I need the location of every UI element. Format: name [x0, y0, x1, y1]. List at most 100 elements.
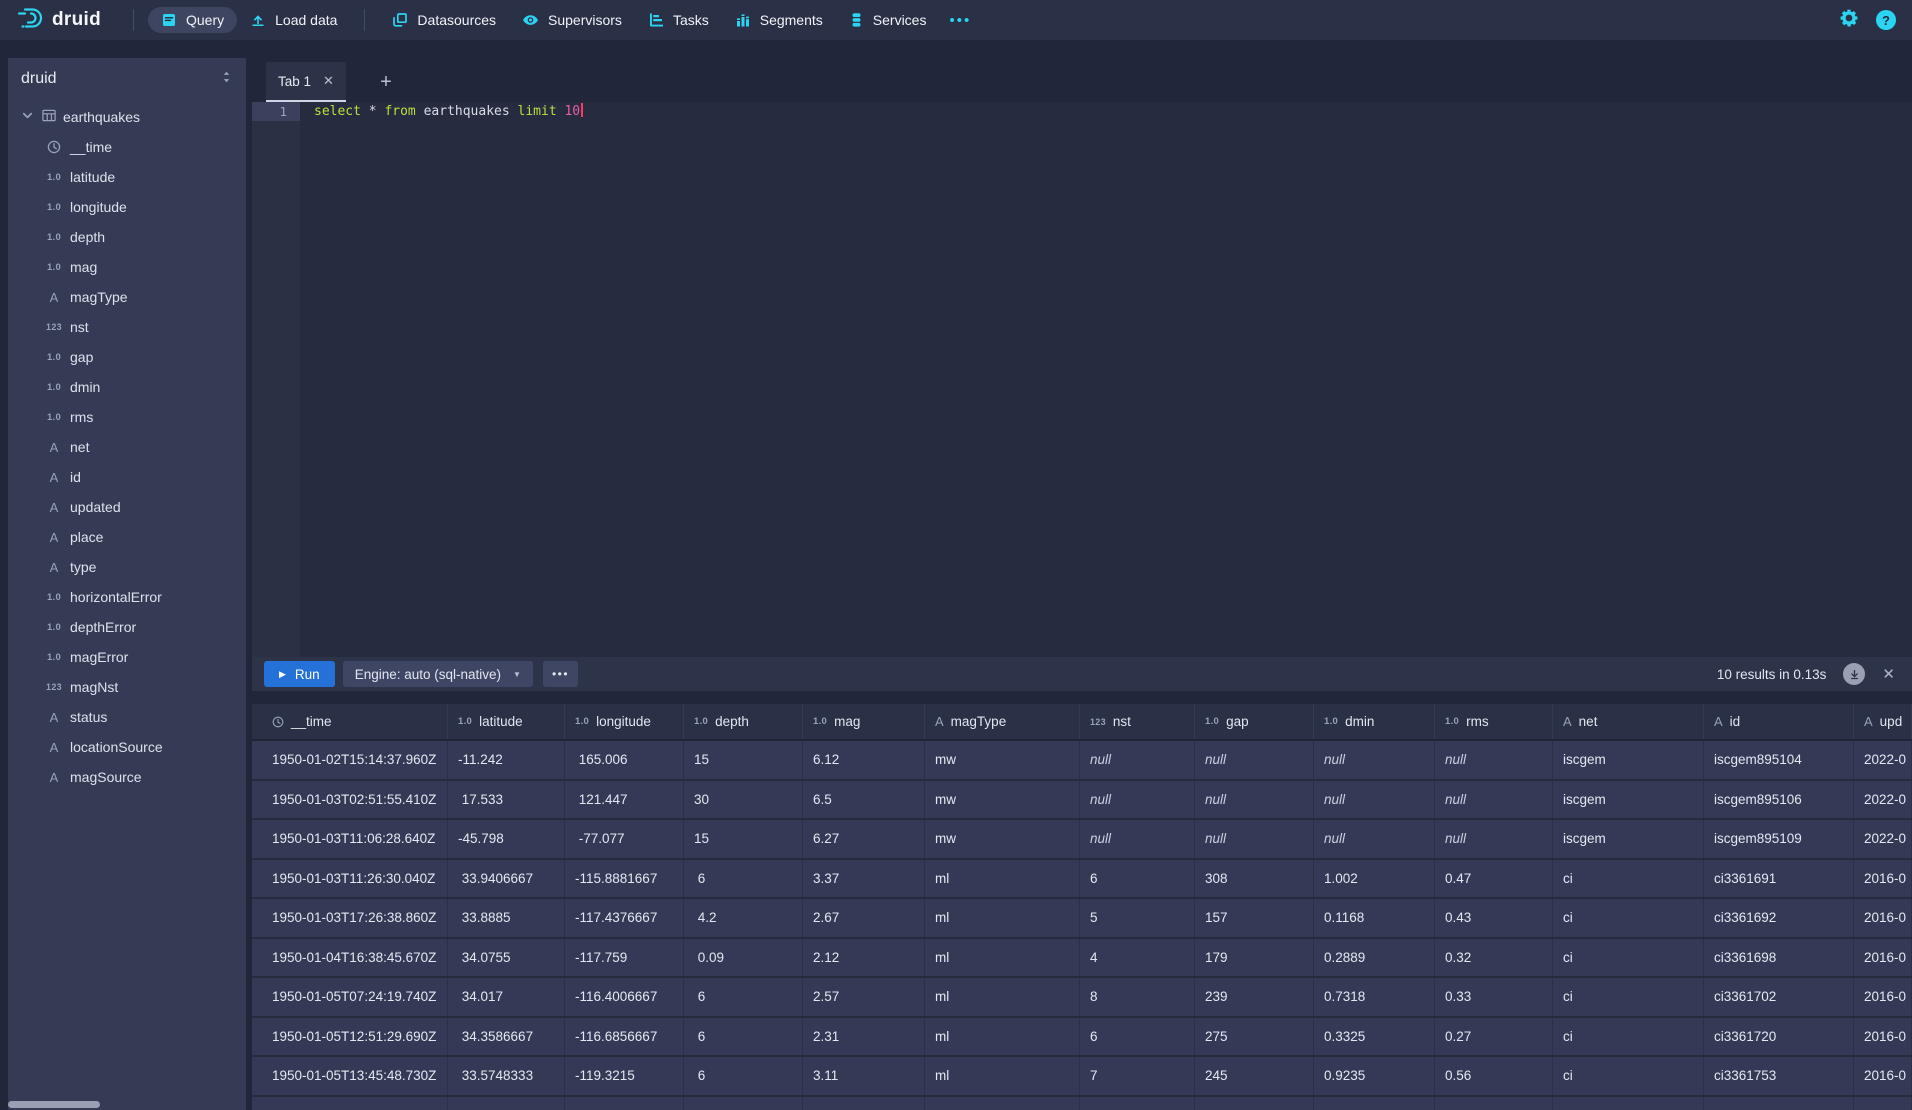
table-cell[interactable]: null: [1435, 820, 1553, 858]
table-cell[interactable]: 3.11: [803, 1057, 925, 1095]
table-cell[interactable]: [565, 1097, 684, 1110]
table-cell[interactable]: 33.5748333: [448, 1057, 565, 1095]
table-cell[interactable]: 6: [1080, 860, 1195, 898]
table-cell[interactable]: 179: [1195, 939, 1314, 977]
table-cell[interactable]: null: [1080, 820, 1195, 858]
druid-logo[interactable]: druid: [16, 6, 101, 35]
table-cell[interactable]: null: [1435, 781, 1553, 819]
table-cell[interactable]: 2016-0: [1854, 1057, 1912, 1095]
table-cell[interactable]: -77.077: [565, 820, 684, 858]
table-cell[interactable]: ci3361692: [1704, 899, 1854, 937]
table-cell[interactable]: 1.002: [1314, 860, 1435, 898]
table-cell[interactable]: 0.32: [1435, 939, 1553, 977]
table-cell[interactable]: 121.447: [565, 781, 684, 819]
table-cell[interactable]: 0.56: [1435, 1057, 1553, 1095]
table-cell[interactable]: ci3361698: [1704, 939, 1854, 977]
settings-gear-icon[interactable]: [1840, 9, 1858, 32]
table-cell[interactable]: 34.3586667: [448, 1018, 565, 1056]
sidebar-column-depthError[interactable]: 1.0depthError: [8, 612, 246, 642]
sidebar-column-magError[interactable]: 1.0magError: [8, 642, 246, 672]
sql-editor[interactable]: 1 select * from earthquakes limit 10: [252, 102, 1912, 657]
results-header-cell-latitude[interactable]: 1.0latitude: [448, 704, 565, 739]
table-cell[interactable]: 0.43: [1435, 899, 1553, 937]
table-cell[interactable]: ci3361720: [1704, 1018, 1854, 1056]
results-header-cell-longitude[interactable]: 1.0longitude: [565, 704, 684, 739]
sidebar-column-horizontalError[interactable]: 1.0horizontalError: [8, 582, 246, 612]
table-cell[interactable]: null: [1080, 781, 1195, 819]
add-tab-button[interactable]: +: [374, 71, 398, 94]
results-header-cell-net[interactable]: Anet: [1553, 704, 1704, 739]
results-header-cell-upd[interactable]: Aupd: [1854, 704, 1912, 739]
table-cell[interactable]: 0.1168: [1314, 899, 1435, 937]
results-header-cell-magType[interactable]: AmagType: [925, 704, 1080, 739]
table-cell[interactable]: 6: [684, 978, 803, 1016]
table-cell[interactable]: [448, 1097, 565, 1110]
engine-select[interactable]: Engine: auto (sql-native) ▼: [343, 661, 533, 687]
table-cell[interactable]: 157: [1195, 899, 1314, 937]
sidebar-column-magNst[interactable]: 123magNst: [8, 672, 246, 702]
nav-item-datasources[interactable]: Datasources: [379, 7, 509, 33]
table-cell[interactable]: ml: [925, 1057, 1080, 1095]
sidebar-column-nst[interactable]: 123nst: [8, 312, 246, 342]
sidebar-column-gap[interactable]: 1.0gap: [8, 342, 246, 372]
nav-item-tasks[interactable]: Tasks: [635, 7, 722, 33]
table-cell[interactable]: [1854, 1097, 1912, 1110]
chevron-down-icon[interactable]: [20, 108, 35, 126]
table-cell[interactable]: 6.27: [803, 820, 925, 858]
sidebar-column-depth[interactable]: 1.0depth: [8, 222, 246, 252]
sidebar-column-updated[interactable]: Aupdated: [8, 492, 246, 522]
table-cell[interactable]: 6: [684, 860, 803, 898]
table-cell[interactable]: 1950-01-05T07:24:19.740Z: [252, 978, 448, 1016]
sidebar-column-mag[interactable]: 1.0mag: [8, 252, 246, 282]
table-cell[interactable]: 2016-0: [1854, 860, 1912, 898]
table-cell[interactable]: 0.47: [1435, 860, 1553, 898]
sidebar-column-magType[interactable]: AmagType: [8, 282, 246, 312]
table-cell[interactable]: 6: [684, 1018, 803, 1056]
run-more-button[interactable]: •••: [543, 661, 578, 687]
run-button[interactable]: ▶ Run: [264, 661, 335, 687]
table-cell[interactable]: 2022-0: [1854, 781, 1912, 819]
results-header-cell-__time[interactable]: __time: [252, 704, 448, 739]
table-cell[interactable]: 0.7318: [1314, 978, 1435, 1016]
sql-query-line[interactable]: select * from earthquakes limit 10: [300, 102, 1912, 121]
table-cell[interactable]: 1950-01-04T16:38:45.670Z: [252, 939, 448, 977]
table-cell[interactable]: 2016-0: [1854, 1018, 1912, 1056]
sidebar-column-rms[interactable]: 1.0rms: [8, 402, 246, 432]
table-cell[interactable]: 1950-01-03T11:26:30.040Z: [252, 860, 448, 898]
table-cell[interactable]: 0.9235: [1314, 1057, 1435, 1095]
table-cell[interactable]: 2016-0: [1854, 978, 1912, 1016]
table-cell[interactable]: null: [1195, 781, 1314, 819]
help-icon[interactable]: ?: [1876, 10, 1896, 30]
results-header-cell-rms[interactable]: 1.0rms: [1435, 704, 1553, 739]
table-cell[interactable]: 8: [1080, 978, 1195, 1016]
table-cell[interactable]: 2.67: [803, 899, 925, 937]
table-cell[interactable]: [925, 1097, 1080, 1110]
table-cell[interactable]: iscgem: [1553, 741, 1704, 779]
nav-item-segments[interactable]: Segments: [722, 7, 836, 33]
nav-item-query[interactable]: Query: [148, 7, 237, 33]
results-header-cell-dmin[interactable]: 1.0dmin: [1314, 704, 1435, 739]
table-cell[interactable]: 1950-01-02T15:14:37.960Z: [252, 741, 448, 779]
table-cell[interactable]: null: [1435, 741, 1553, 779]
table-cell[interactable]: 2022-0: [1854, 741, 1912, 779]
table-cell[interactable]: iscgem895104: [1704, 741, 1854, 779]
nav-item-services[interactable]: Services: [836, 7, 940, 33]
table-cell[interactable]: ci: [1553, 1018, 1704, 1056]
sort-double-caret-icon[interactable]: [220, 70, 233, 89]
table-cell[interactable]: 4: [1080, 939, 1195, 977]
table-cell[interactable]: mw: [925, 820, 1080, 858]
sidebar-column-id[interactable]: Aid: [8, 462, 246, 492]
table-cell[interactable]: 34.0755: [448, 939, 565, 977]
table-cell[interactable]: -117.4376667: [565, 899, 684, 937]
results-header-cell-mag[interactable]: 1.0mag: [803, 704, 925, 739]
table-cell[interactable]: ml: [925, 1018, 1080, 1056]
table-cell[interactable]: 0.33: [1435, 978, 1553, 1016]
table-cell[interactable]: null: [1195, 741, 1314, 779]
table-cell[interactable]: ci: [1553, 1057, 1704, 1095]
tab-close-icon[interactable]: ✕: [323, 73, 334, 89]
table-cell[interactable]: 6: [1080, 1018, 1195, 1056]
table-cell[interactable]: -117.759: [565, 939, 684, 977]
download-icon[interactable]: [1843, 663, 1865, 685]
table-cell[interactable]: 2.31: [803, 1018, 925, 1056]
table-cell[interactable]: 1950-01-03T17:26:38.860Z: [252, 899, 448, 937]
